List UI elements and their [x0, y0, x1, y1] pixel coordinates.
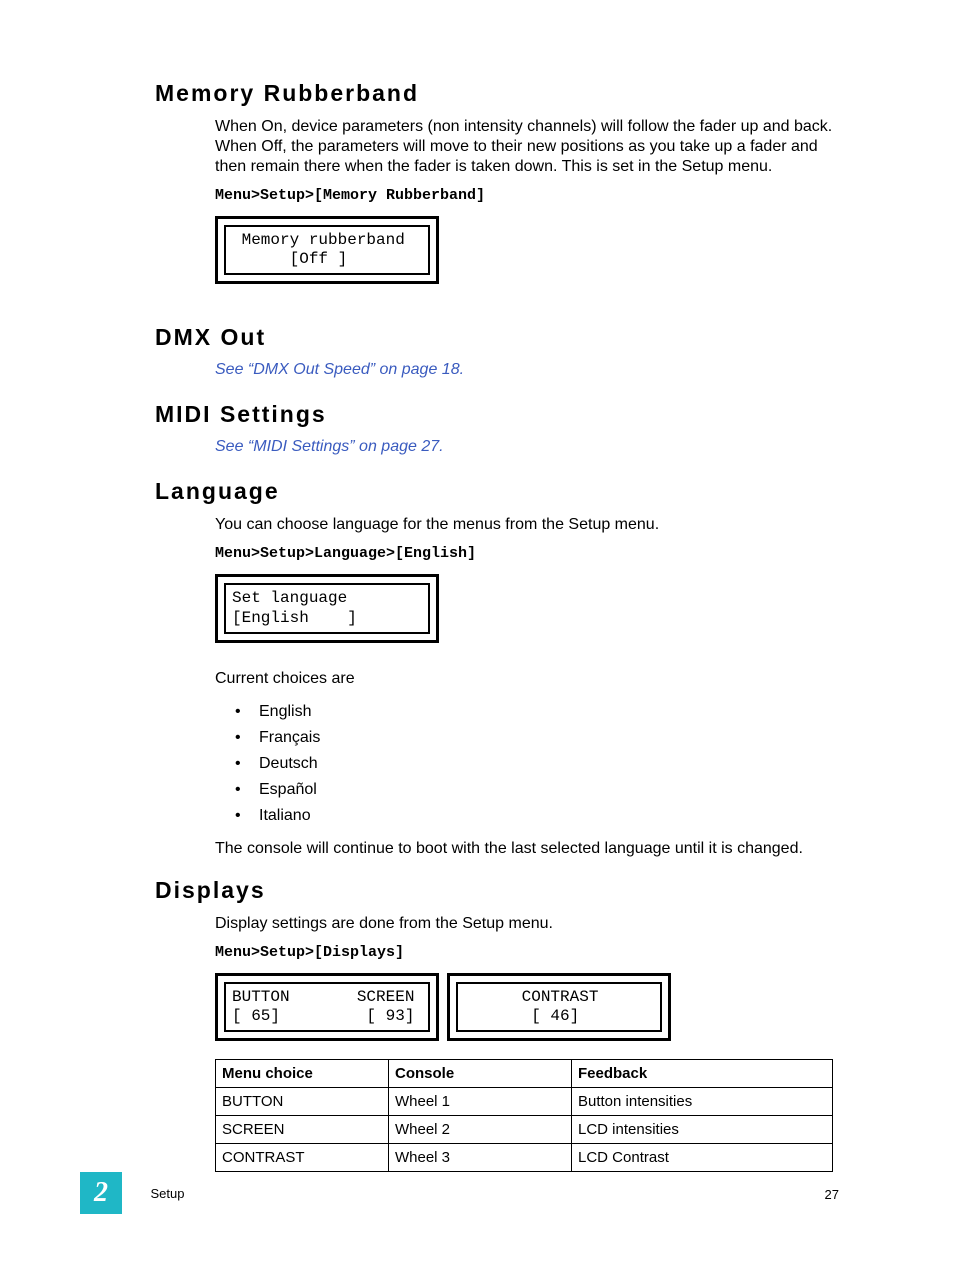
memory-menu-path: Menu>Setup>[Memory Rubberband]	[215, 187, 839, 204]
th-feedback: Feedback	[572, 1060, 833, 1088]
heading-dmx-out: DMX Out	[155, 324, 839, 351]
section-dmx-out: DMX Out See “DMX Out Speed” on page 18.	[155, 324, 839, 379]
heading-memory-rubberband: Memory Rubberband	[155, 80, 839, 107]
heading-language: Language	[155, 478, 839, 505]
lcd-button-screen-content: BUTTON SCREEN [ 65] [ 93]	[224, 982, 430, 1032]
language-list: English Français Deutsch Español Italian…	[215, 699, 839, 829]
list-item: English	[235, 699, 839, 725]
table-row: CONTRAST Wheel 3 LCD Contrast	[216, 1144, 833, 1172]
table-row: BUTTON Wheel 1 Button intensities	[216, 1088, 833, 1116]
language-choices-label: Current choices are	[215, 669, 839, 689]
lcd-contrast-content: CONTRAST [ 46]	[456, 982, 662, 1032]
lcd-memory-content: Memory rubberband [Off ]	[224, 225, 430, 275]
cell-console: Wheel 3	[389, 1144, 572, 1172]
heading-displays: Displays	[155, 877, 839, 904]
section-midi-settings: MIDI Settings See “MIDI Settings” on pag…	[155, 401, 839, 456]
section-memory-rubberband: Memory Rubberband When On, device parame…	[155, 80, 839, 306]
cell-feedback: LCD intensities	[572, 1116, 833, 1144]
th-console: Console	[389, 1060, 572, 1088]
th-menu-choice: Menu choice	[216, 1060, 389, 1088]
lcd-button-screen: BUTTON SCREEN [ 65] [ 93]	[215, 973, 439, 1041]
footer-page-number: 27	[825, 1187, 839, 1202]
displays-menu-path: Menu>Setup>[Displays]	[215, 944, 839, 961]
table-row: SCREEN Wheel 2 LCD intensities	[216, 1116, 833, 1144]
lcd-language: Set language [English ]	[215, 574, 439, 642]
cell-console: Wheel 2	[389, 1116, 572, 1144]
page-footer: 2 Setup 27	[80, 1172, 839, 1212]
displays-table: Menu choice Console Feedback BUTTON Whee…	[215, 1059, 833, 1172]
cell-feedback: LCD Contrast	[572, 1144, 833, 1172]
list-item: Français	[235, 725, 839, 751]
link-midi-settings[interactable]: See “MIDI Settings” on page 27.	[215, 438, 839, 456]
memory-paragraph: When On, device parameters (non intensit…	[215, 117, 839, 177]
cell-menu-choice: CONTRAST	[216, 1144, 389, 1172]
cell-console: Wheel 1	[389, 1088, 572, 1116]
link-dmx-out-speed[interactable]: See “DMX Out Speed” on page 18.	[215, 361, 839, 379]
lcd-memory-rubberband: Memory rubberband [Off ]	[215, 216, 439, 284]
footer-section-label: Setup	[150, 1186, 184, 1201]
language-menu-path: Menu>Setup>Language>[English]	[215, 545, 839, 562]
list-item: Español	[235, 777, 839, 803]
lcd-language-content: Set language [English ]	[224, 583, 430, 633]
table-header-row: Menu choice Console Feedback	[216, 1060, 833, 1088]
cell-menu-choice: BUTTON	[216, 1088, 389, 1116]
list-item: Italiano	[235, 803, 839, 829]
displays-intro: Display settings are done from the Setup…	[215, 914, 839, 934]
language-intro: You can choose language for the menus fr…	[215, 515, 839, 535]
chapter-number-box: 2	[80, 1172, 122, 1214]
cell-feedback: Button intensities	[572, 1088, 833, 1116]
list-item: Deutsch	[235, 751, 839, 777]
language-boot-note: The console will continue to boot with t…	[215, 839, 839, 859]
cell-menu-choice: SCREEN	[216, 1116, 389, 1144]
section-language: Language You can choose language for the…	[155, 478, 839, 858]
heading-midi-settings: MIDI Settings	[155, 401, 839, 428]
section-displays: Displays Display settings are done from …	[155, 877, 839, 1172]
lcd-displays-row: BUTTON SCREEN [ 65] [ 93] CONTRAST [ 46]	[215, 973, 839, 1041]
lcd-contrast: CONTRAST [ 46]	[447, 973, 671, 1041]
